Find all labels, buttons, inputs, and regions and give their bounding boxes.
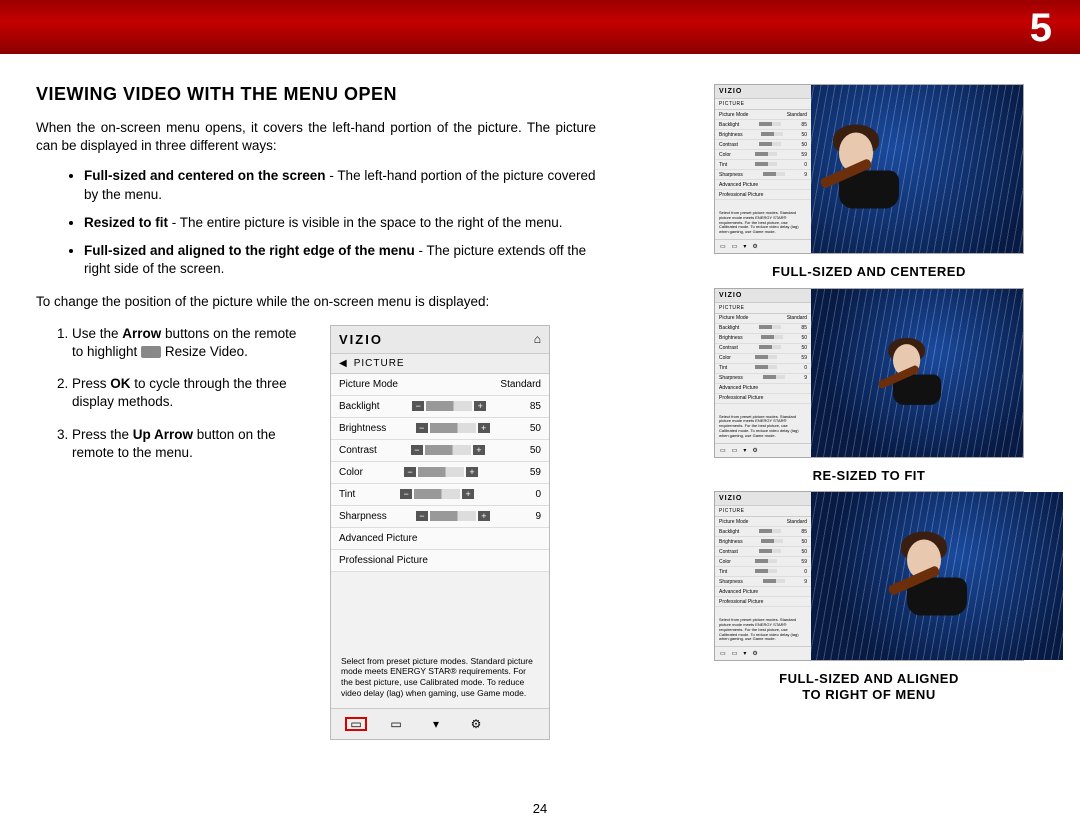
row-value: 59 [519, 467, 541, 478]
right-column: VIZIO PICTURE Picture ModeStandard Backl… [694, 84, 1044, 740]
picture-menu: VIZIO ⌂ ◀ PICTURE Picture Mode Standard … [330, 325, 550, 741]
left-column: VIEWING VIDEO WITH THE MENU OPEN When th… [36, 84, 654, 740]
wide-icon[interactable]: ▭ [385, 717, 407, 731]
row-value: Standard [500, 379, 541, 390]
thumbnail-fit: VIZIO PICTURE Picture ModeStandard Backl… [714, 288, 1024, 458]
page-number: 24 [0, 801, 1080, 816]
gear-icon[interactable]: ⚙ [465, 717, 487, 731]
row-label: Backlight [339, 401, 380, 412]
list-item: Use the Arrow buttons on the remote to h… [72, 325, 306, 361]
section-title: VIEWING VIDEO WITH THE MENU OPEN [36, 84, 654, 105]
row-label: Color [339, 467, 363, 478]
row-label: Tint [339, 489, 355, 500]
row-label: Sharpness [339, 511, 387, 522]
row-label: Professional Picture [339, 555, 541, 566]
row-label: Picture Mode [339, 379, 398, 390]
slider[interactable]: −+ [416, 423, 490, 433]
mini-menu: VIZIO PICTURE Picture ModeStandard Backl… [715, 492, 811, 660]
row-label: Advanced Picture [339, 533, 541, 544]
list-item: Full-sized and aligned to the right edge… [84, 242, 596, 278]
slider[interactable]: −+ [412, 401, 486, 411]
menu-footer: ▭ ▭ ▾ ⚙ [331, 708, 549, 739]
row-value: 50 [519, 445, 541, 456]
professional-picture-row[interactable]: Professional Picture [331, 550, 549, 572]
chapter-number: 5 [1030, 6, 1052, 51]
help-text: Select from preset picture modes. Standa… [331, 572, 549, 709]
change-position-paragraph: To change the position of the picture wh… [36, 293, 596, 311]
resize-video-icon[interactable]: ▭ [345, 717, 367, 731]
slider[interactable]: −+ [404, 467, 478, 477]
display-modes-list: Full-sized and centered on the screen - … [36, 167, 596, 278]
chevron-down-icon[interactable]: ▾ [425, 717, 447, 731]
list-item: Press OK to cycle through the three disp… [72, 375, 306, 411]
sharpness-row[interactable]: Sharpness −+ 9 [331, 506, 549, 528]
row-value: 50 [519, 423, 541, 434]
caption-centered: FULL-SIZED AND CENTERED [772, 264, 966, 280]
slider[interactable]: −+ [400, 489, 474, 499]
resize-video-icon [141, 346, 161, 358]
picture-mode-row[interactable]: Picture Mode Standard [331, 374, 549, 396]
list-item: Resized to fit - The entire picture is v… [84, 214, 596, 232]
breadcrumb: PICTURE [354, 358, 405, 369]
brightness-row[interactable]: Brightness −+ 50 [331, 418, 549, 440]
contrast-row[interactable]: Contrast −+ 50 [331, 440, 549, 462]
steps-list: Use the Arrow buttons on the remote to h… [36, 325, 306, 741]
row-label: Brightness [339, 423, 386, 434]
top-accent-band: 5 [0, 0, 1080, 54]
caption-fit: RE-SIZED TO FIT [813, 468, 926, 484]
slider[interactable]: −+ [411, 445, 485, 455]
backlight-row[interactable]: Backlight −+ 85 [331, 396, 549, 418]
row-value: 85 [519, 401, 541, 412]
row-value: 9 [519, 511, 541, 522]
mini-menu: VIZIO PICTURE Picture ModeStandard Backl… [715, 85, 811, 253]
home-icon[interactable]: ⌂ [534, 332, 541, 346]
color-row[interactable]: Color −+ 59 [331, 462, 549, 484]
back-icon[interactable]: ◀ [339, 358, 348, 369]
list-item: Press the Up Arrow button on the remote … [72, 426, 306, 462]
tint-row[interactable]: Tint −+ 0 [331, 484, 549, 506]
thumbnail-aligned: VIZIO PICTURE Picture ModeStandard Backl… [714, 491, 1024, 661]
slider[interactable]: −+ [416, 511, 490, 521]
advanced-picture-row[interactable]: Advanced Picture [331, 528, 549, 550]
thumbnail-centered: VIZIO PICTURE Picture ModeStandard Backl… [714, 84, 1024, 254]
brand-logo: VIZIO [339, 332, 383, 347]
row-label: Contrast [339, 445, 377, 456]
caption-aligned: FULL-SIZED AND ALIGNEDTO RIGHT OF MENU [779, 671, 959, 702]
intro-paragraph: When the on-screen menu opens, it covers… [36, 119, 596, 155]
row-value: 0 [519, 489, 541, 500]
mini-menu: VIZIO PICTURE Picture ModeStandard Backl… [715, 289, 811, 457]
list-item: Full-sized and centered on the screen - … [84, 167, 596, 203]
